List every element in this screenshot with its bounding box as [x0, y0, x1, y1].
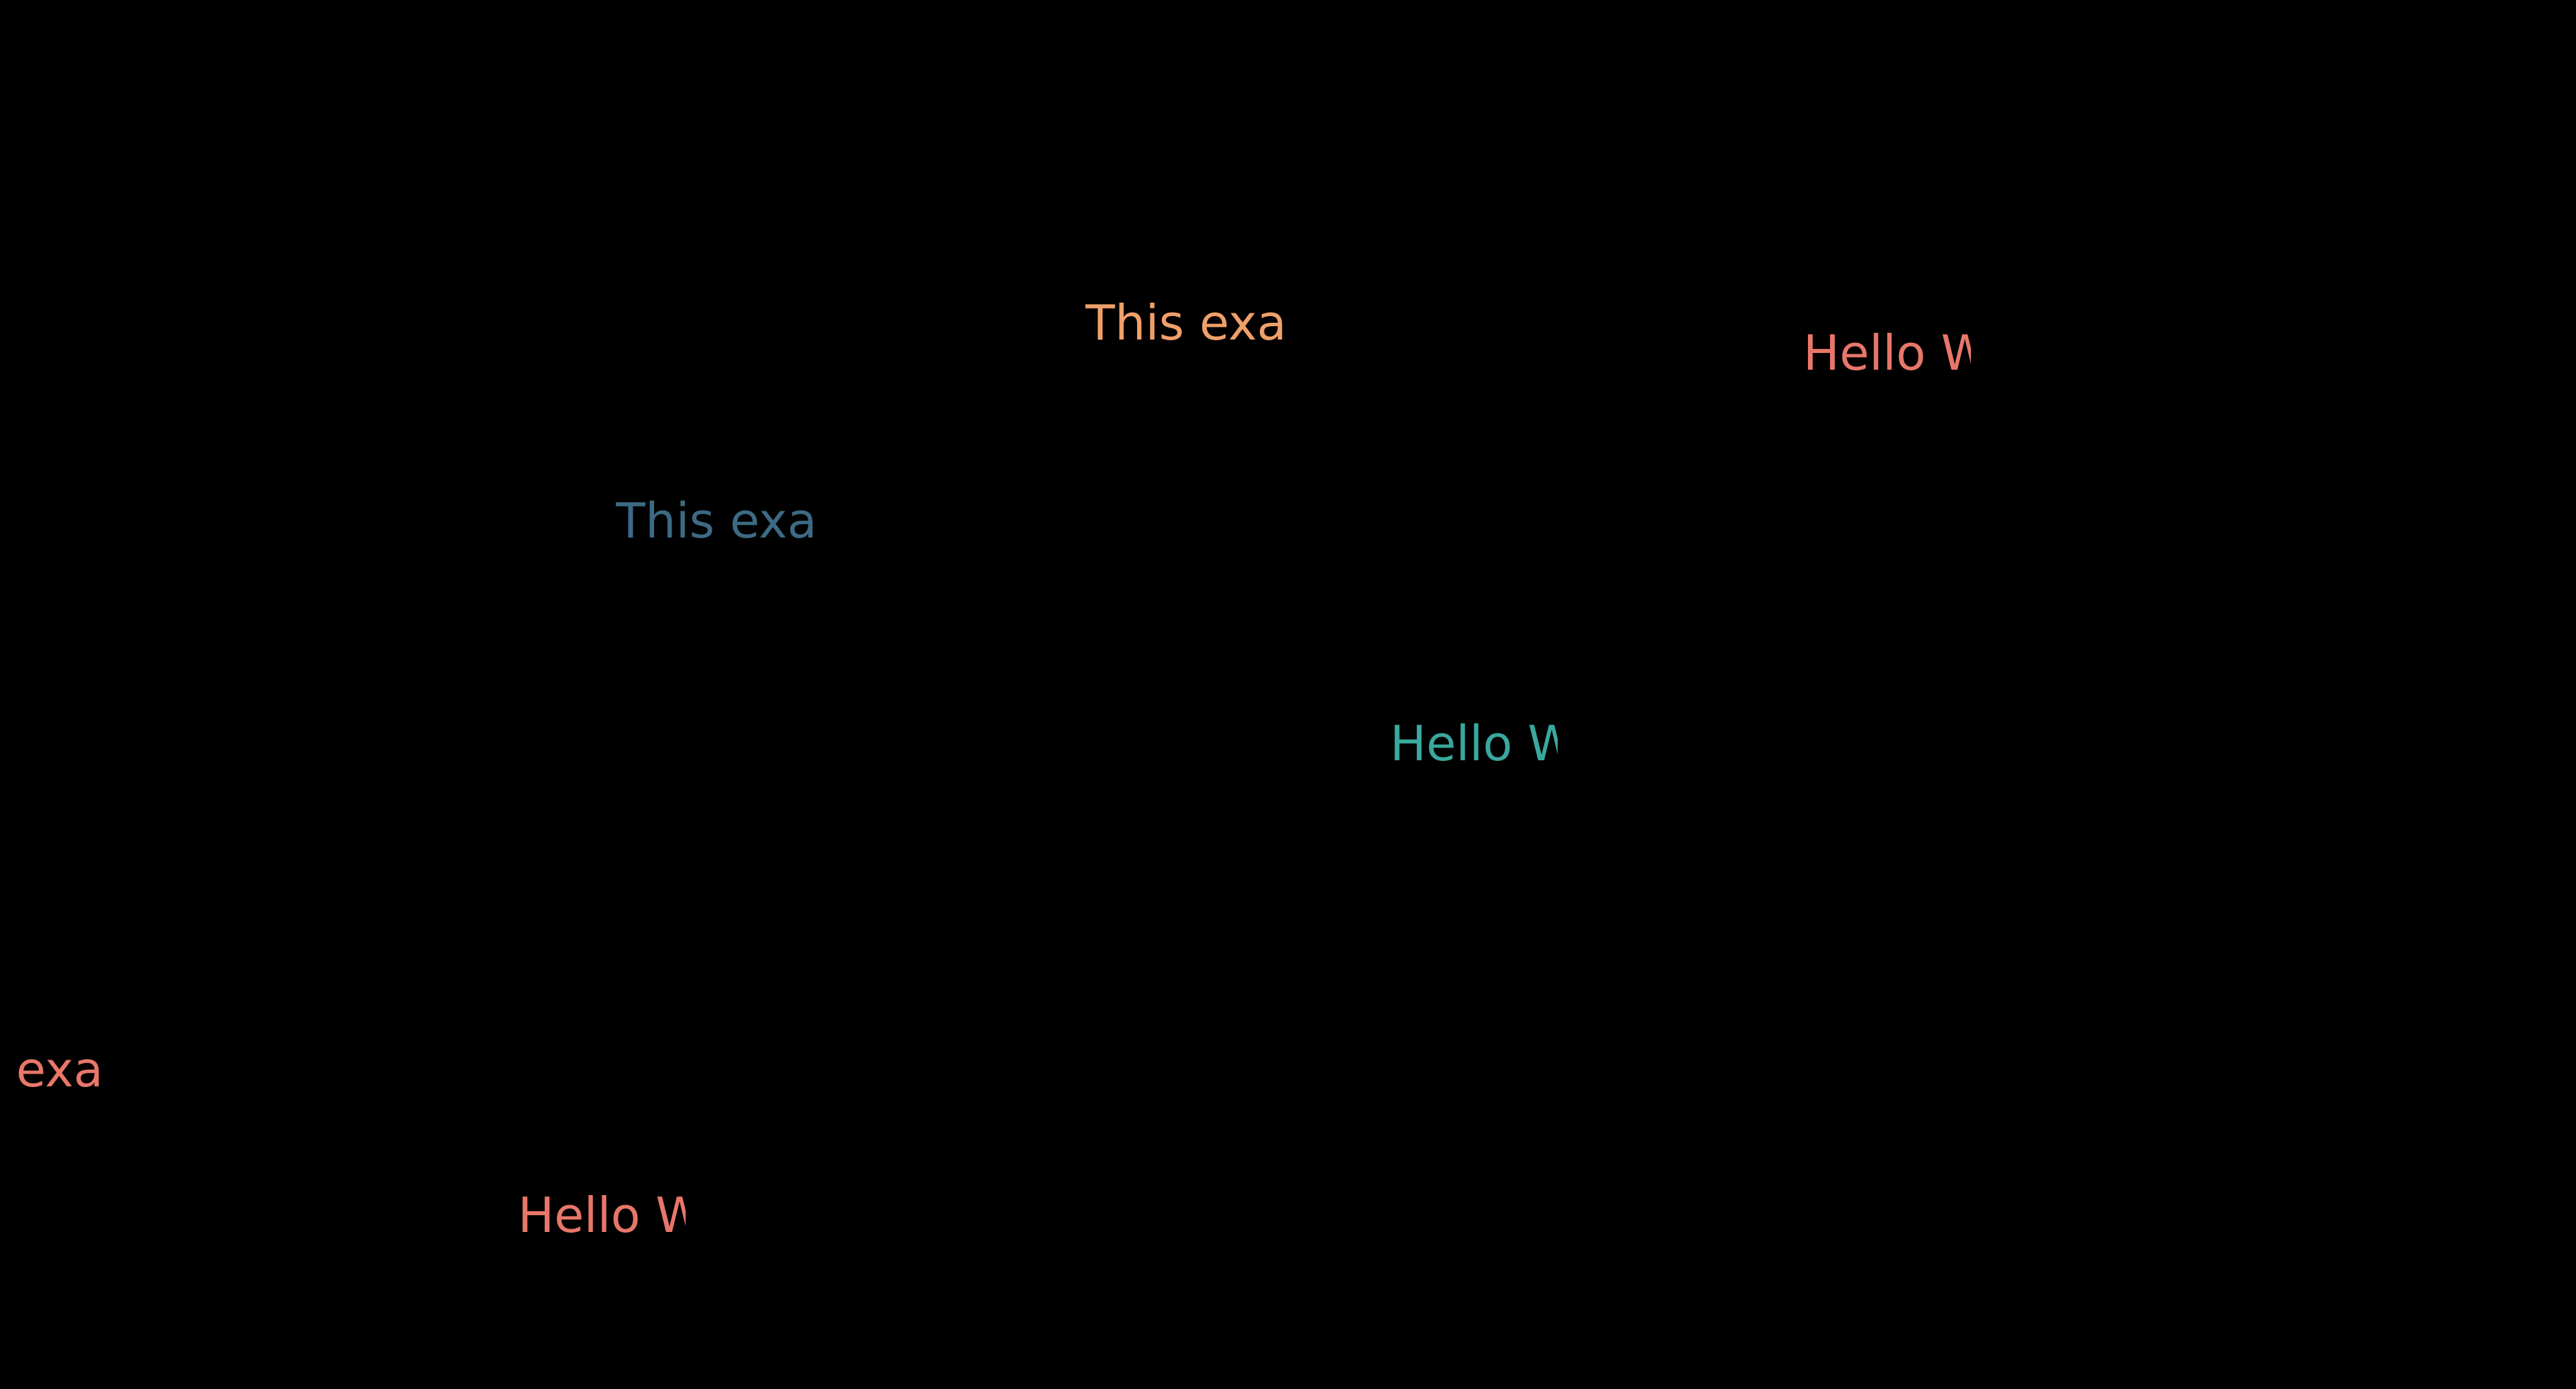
clip-mask: [686, 1191, 699, 1245]
clip-mask: [851, 524, 864, 550]
text-label-hello-world-3: Hello W: [518, 1191, 699, 1245]
label-text: Hello W: [1803, 329, 1984, 381]
label-text: Hello W: [518, 1191, 699, 1243]
text-label-example-3: exa: [16, 1045, 148, 1099]
text-label-this-example-1: This exa: [1085, 299, 1335, 352]
clip-mask: [1322, 326, 1335, 352]
text-label-hello-world-2: Hello W: [1390, 719, 1571, 773]
canvas-background: This exa Hello W This exa Hello W exa He…: [0, 0, 2576, 1389]
label-text: This exa: [616, 497, 817, 549]
text-label-this-example-2: This exa: [616, 497, 864, 550]
clip-mask: [1558, 719, 1571, 773]
text-label-hello-world-1: Hello W: [1803, 329, 1984, 382]
label-text: This exa: [1085, 299, 1287, 351]
clip-mask: [134, 1073, 148, 1099]
clip-mask: [1971, 329, 1984, 382]
label-text: exa: [16, 1045, 103, 1098]
label-text: Hello W: [1390, 719, 1571, 772]
